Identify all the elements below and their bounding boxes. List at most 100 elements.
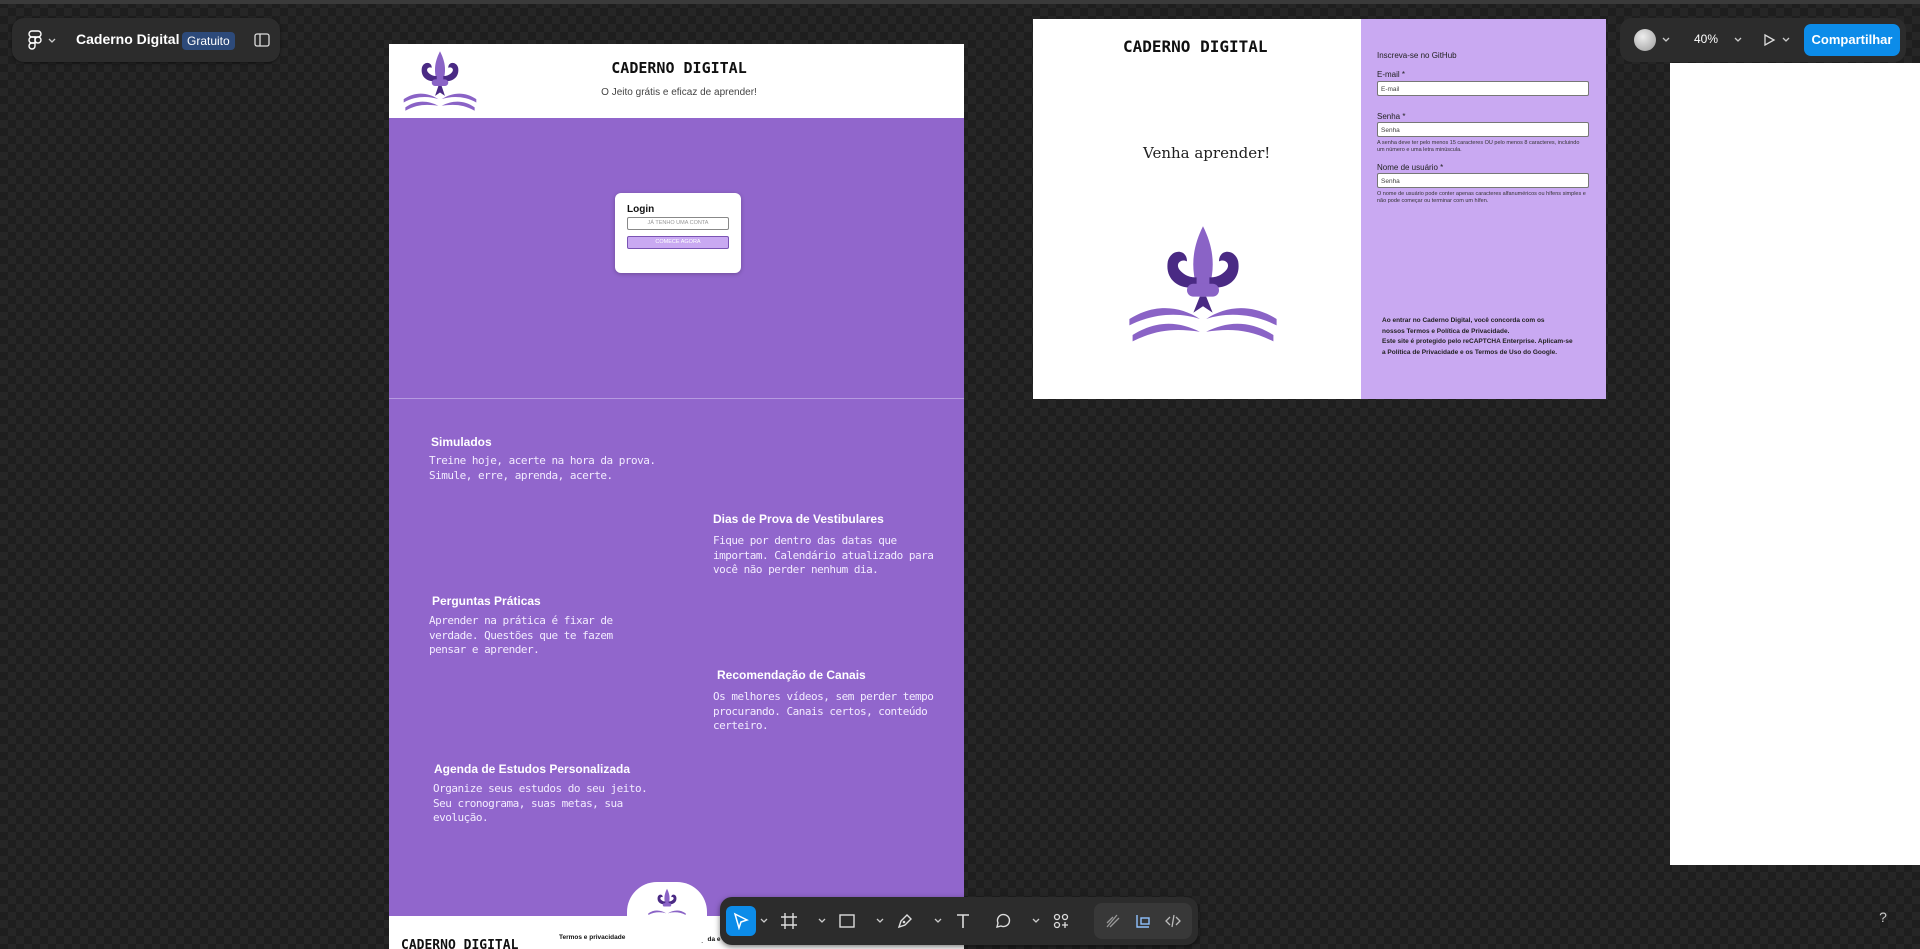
code-icon <box>1165 914 1181 928</box>
legal-line: a Política de Privacidade e os Termos de… <box>1382 348 1558 356</box>
home-header: CADERNO DIGITAL O Jeito grátis e eficaz … <box>389 44 964 118</box>
existing-account-field[interactable]: JÁ TENHO UMA CONTA <box>627 217 729 230</box>
username-field[interactable]: Senha <box>1377 173 1589 188</box>
move-tool-button[interactable] <box>726 906 756 936</box>
legal-notice: Ao entrar no Caderno Digital, você conco… <box>1382 316 1573 358</box>
feature-line: Simule, erre, aprenda, acerte. <box>429 468 613 482</box>
feature-text: Os melhores vídeos, sem perder tempo pro… <box>713 690 934 734</box>
pen-icon <box>897 914 912 929</box>
password-label: Senha * <box>1377 112 1406 121</box>
avatar[interactable] <box>1634 29 1656 51</box>
email-field[interactable]: E-mail <box>1377 81 1589 96</box>
chevron-down-icon[interactable] <box>1662 36 1670 44</box>
help-button[interactable]: ? <box>1873 907 1893 927</box>
blank-frame[interactable] <box>1670 63 1920 865</box>
share-button[interactable]: Compartilhar <box>1804 24 1900 56</box>
plan-badge[interactable]: Gratuito <box>182 32 235 50</box>
feature-line: Aprender na prática é fixar de <box>429 614 613 627</box>
text-icon <box>957 914 969 928</box>
home-subtitle: O Jeito grátis e eficaz de aprender! <box>601 87 757 98</box>
chevron-down-icon[interactable] <box>818 917 826 925</box>
figma-icon <box>28 30 42 50</box>
feature-line: Os melhores vídeos, sem perder tempo <box>713 690 934 703</box>
sidebar-toggle-icon[interactable] <box>254 33 270 47</box>
feature-line: Seu cronograma, suas metas, sua <box>433 796 623 810</box>
feature-line: Treine hoje, acerte na hora da prova. <box>429 454 656 467</box>
zoom-level[interactable]: 40% <box>1694 32 1718 46</box>
start-now-button[interactable]: COMECE AGORA <box>627 236 729 249</box>
feature-line: você não perder nenhum dia. <box>713 563 879 576</box>
feature-line: pensar e aprender. <box>429 643 540 656</box>
fleur-de-lis-logo <box>1129 226 1277 342</box>
chevron-down-icon[interactable] <box>760 917 768 925</box>
feature-title: Dias de Prova de Vestibulares <box>713 512 884 526</box>
feature-text: Organize seus estudos do seu jeito. Seu … <box>433 782 648 826</box>
feature-title: Simulados <box>431 435 492 449</box>
legal-line: nossos Termos e Política de Privacidade. <box>1382 327 1510 335</box>
chevron-down-icon[interactable] <box>1782 36 1790 44</box>
legal-line: Este site é protegido pelo reCAPTCHA Ent… <box>1382 338 1573 345</box>
feature-title: Recomendação de Canais <box>717 668 866 682</box>
design-mode-icon <box>1136 915 1150 928</box>
frame-tool-button[interactable] <box>774 906 804 936</box>
chevron-down-icon <box>48 38 56 43</box>
feature-text: Aprender na prática é fixar de verdade. … <box>429 614 613 658</box>
username-label: Nome de usuário * <box>1377 163 1444 172</box>
feature-line: verdade. Questões que te fazem <box>429 628 613 642</box>
comment-icon <box>996 913 1011 928</box>
legal-line: Ao entrar no Caderno Digital, você conco… <box>1382 317 1545 324</box>
footer-title: CADERNO DIGITAL <box>401 938 519 949</box>
design-mode-button[interactable] <box>1128 906 1158 936</box>
rectangle-tool-button[interactable] <box>832 906 862 936</box>
file-toolbar: Caderno Digital Gratuito <box>12 18 280 62</box>
email-label: E-mail * <box>1377 70 1406 79</box>
frame-icon <box>781 913 797 929</box>
feature-line: evolução. <box>433 811 489 824</box>
figma-menu-button[interactable] <box>28 30 60 50</box>
comment-tool-button[interactable] <box>988 906 1018 936</box>
password-field[interactable]: Senha <box>1377 122 1589 137</box>
pen-tool-button[interactable] <box>890 906 920 936</box>
bottom-toolbar <box>720 897 1198 945</box>
signup-heading: Inscreva-se no GitHub <box>1377 51 1457 60</box>
feature-line: procurando. Canais certos, conteúdo <box>713 704 928 718</box>
feature-text: Fique por dentro das datas que importam.… <box>713 534 934 578</box>
signup-tagline: Venha aprender! <box>1143 144 1271 162</box>
footer-link-terms[interactable]: Termos e privacidade <box>559 934 625 941</box>
components-icon <box>1053 913 1069 929</box>
footer-logo-badge <box>627 882 707 942</box>
feature-title: Perguntas Práticas <box>432 594 541 608</box>
text-tool-button[interactable] <box>948 906 978 936</box>
draw-mode-button[interactable] <box>1098 906 1128 936</box>
cursor-icon <box>733 912 749 930</box>
password-hint: A senha deve ter pelo menos 15 caractere… <box>1377 140 1580 153</box>
file-name[interactable]: Caderno Digital <box>76 31 179 47</box>
signup-frame: CADERNO DIGITAL Venha aprender! Inscreva… <box>1033 19 1606 399</box>
actions-tool-button[interactable] <box>1046 906 1076 936</box>
login-title: Login <box>627 204 655 215</box>
feature-line: certeiro. <box>713 719 769 732</box>
chevron-down-icon[interactable] <box>934 917 942 925</box>
feature-line: Organize seus estudos do seu jeito. <box>433 782 648 795</box>
fleur-de-lis-logo <box>403 51 477 111</box>
login-card: Login JÁ TENHO UMA CONTA COMECE AGORA <box>615 193 741 273</box>
feature-title: Agenda de Estudos Personalizada <box>434 762 631 776</box>
rectangle-icon <box>839 914 855 928</box>
feature-text: Treine hoje, acerte na hora da prova. Si… <box>429 454 656 483</box>
signup-brand-title: CADERNO DIGITAL <box>1123 37 1268 56</box>
play-icon[interactable] <box>1762 33 1776 47</box>
feature-line: importam. Calendário atualizado para <box>713 548 934 562</box>
home-title: CADERNO DIGITAL <box>611 59 747 77</box>
fleur-de-lis-logo <box>648 888 686 916</box>
dev-mode-button[interactable] <box>1158 906 1188 936</box>
toolbar-mode-group <box>1094 903 1192 939</box>
home-frame: CADERNO DIGITAL O Jeito grátis e eficaz … <box>389 44 964 949</box>
draw-icon <box>1106 914 1120 928</box>
section-divider <box>389 398 964 399</box>
chevron-down-icon[interactable] <box>1032 917 1040 925</box>
feature-line: Fique por dentro das datas que <box>713 534 897 547</box>
top-right-toolbar: 40% Compartilhar <box>1620 18 1906 62</box>
chevron-down-icon[interactable] <box>1734 36 1742 44</box>
chevron-down-icon[interactable] <box>876 917 884 925</box>
username-hint: O nome de usuário pode conter apenas car… <box>1377 191 1586 204</box>
